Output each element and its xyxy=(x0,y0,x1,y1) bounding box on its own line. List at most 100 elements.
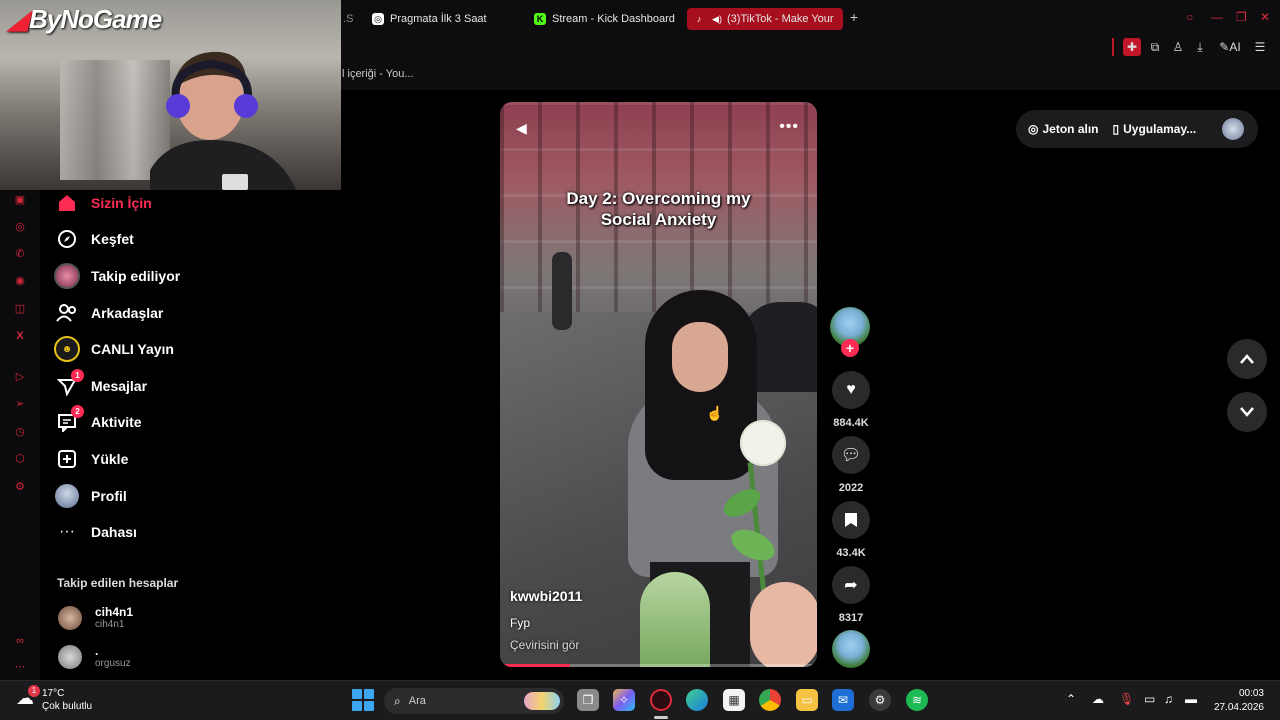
nav-label: Takip ediliyor xyxy=(91,268,181,284)
search-tabs-icon[interactable]: ○ xyxy=(1186,10,1193,24)
following-account[interactable]: . orgusuz xyxy=(58,645,131,670)
nav-explore[interactable]: Keşfet xyxy=(54,225,134,253)
tray-expand-icon[interactable]: ⌃ xyxy=(1066,692,1076,706)
chatgpt-icon: ◎ xyxy=(372,13,384,25)
weather-description[interactable]: Çok bulutlu xyxy=(42,701,92,712)
tab-kick[interactable]: K Stream - Kick Dashboard xyxy=(534,8,684,30)
onedrive-icon[interactable]: ☁ xyxy=(1092,692,1104,706)
task-view-icon[interactable]: ❐ xyxy=(577,689,599,711)
next-video-button[interactable] xyxy=(1227,392,1267,432)
search-placeholder: Ara xyxy=(408,695,426,707)
ai-button[interactable]: ✎AI xyxy=(1216,38,1244,56)
tab-tiktok[interactable]: ♪ ◀) (3)TikTok - Make Your xyxy=(687,8,843,30)
clock-time[interactable]: 00:03 xyxy=(1234,688,1264,699)
maximize-icon[interactable]: ❐ xyxy=(1236,10,1247,24)
user-avatar[interactable] xyxy=(1222,118,1244,140)
rail-x-icon[interactable]: X xyxy=(12,328,28,344)
video-author[interactable]: kwwbi2011 xyxy=(510,588,582,604)
next-video-avatar[interactable] xyxy=(832,630,870,668)
weather-temperature[interactable]: 17°C xyxy=(42,688,64,699)
new-tab-button[interactable]: + xyxy=(846,9,862,25)
rail-extra-icon[interactable]: ∞ xyxy=(12,633,28,649)
menu-icon[interactable]: ☰ xyxy=(1251,38,1269,56)
rail-settings-icon[interactable]: ⚙ xyxy=(12,479,28,495)
rail-history-icon[interactable]: ◷ xyxy=(12,424,28,440)
save-action[interactable]: 43.4K xyxy=(832,501,870,559)
spotify-icon[interactable]: ≋ xyxy=(906,689,928,711)
home-icon xyxy=(54,190,80,216)
taskbar-search[interactable]: ⌕ Ara xyxy=(384,688,564,714)
share-action[interactable]: ➦ 8317 xyxy=(832,566,870,624)
tab-pragmata[interactable]: ◎ Pragmatа İlk 3 Saat xyxy=(372,8,522,30)
chrome-icon[interactable] xyxy=(759,689,781,711)
nav-activity[interactable]: 2 Aktivite xyxy=(54,405,142,436)
get-coins-button[interactable]: ◎ Jeton alın xyxy=(1028,122,1099,136)
bookmark-icon[interactable] xyxy=(832,501,870,539)
heart-icon[interactable]: ♥ xyxy=(832,371,870,409)
following-accounts-title: Takip edilen hesaplar xyxy=(57,576,179,590)
comment-icon[interactable]: 💬︎ xyxy=(832,436,870,474)
minimize-icon[interactable]: — xyxy=(1211,10,1223,24)
nav-following[interactable]: Takip ediliyor xyxy=(54,262,180,290)
rail-more-icon[interactable]: ⋯ xyxy=(12,659,28,675)
get-app-button[interactable]: ▯ Uygulamay... xyxy=(1113,122,1197,136)
previous-video-button[interactable] xyxy=(1227,339,1267,379)
mail-icon[interactable]: ✉ xyxy=(832,689,854,711)
file-explorer-icon[interactable]: ▭ xyxy=(796,689,818,711)
steam-icon[interactable]: ⚙ xyxy=(869,689,891,711)
opera-icon[interactable] xyxy=(650,689,672,711)
following-account[interactable]: cih4n1 cih4n1 xyxy=(58,606,133,631)
tab-label: Stream - Kick Dashboard xyxy=(552,13,675,25)
rail-messenger-icon[interactable]: ◎ xyxy=(12,219,28,235)
nav-label: Arkadaşlar xyxy=(91,305,164,321)
nav-live[interactable]: ☻ CANLI Yayın xyxy=(54,335,174,363)
more-options-icon[interactable]: ••• xyxy=(779,118,799,136)
edge-icon[interactable] xyxy=(686,689,708,711)
video-caption: Fyp xyxy=(510,616,531,630)
video-progress-bar[interactable] xyxy=(500,664,817,667)
clock-date[interactable]: 27.04.2026 xyxy=(1208,702,1264,713)
video-player[interactable]: Day 2: Overcoming my Social Anxiety ◀ ••… xyxy=(500,102,817,667)
top-actions-pill: ◎ Jeton alın ▯ Uygulamay... xyxy=(1016,110,1258,148)
rail-discord-icon[interactable]: ◉ xyxy=(12,273,28,289)
see-translation-link[interactable]: Çevirisini gör xyxy=(510,638,579,652)
video-title-line: Social Anxiety xyxy=(600,210,717,229)
mute-icon[interactable]: ◀ xyxy=(516,120,527,137)
nav-profile[interactable]: Profil xyxy=(54,482,127,510)
profile-icon xyxy=(54,483,80,509)
nav-upload[interactable]: Yükle xyxy=(54,445,128,473)
video-pedestrian xyxy=(552,252,572,330)
nav-for-you[interactable]: Sizin İçin xyxy=(54,189,152,217)
like-count: 884.4K xyxy=(833,417,869,429)
nav-label: Sizin İçin xyxy=(91,195,152,211)
comment-action[interactable]: 💬︎ 2022 xyxy=(832,436,870,494)
rail-instagram-icon[interactable]: ◫ xyxy=(12,301,28,317)
display-icon[interactable]: ▭ xyxy=(1144,692,1155,706)
rail-play-icon[interactable]: ▷ xyxy=(12,369,28,385)
rail-cube-icon[interactable]: ⬡ xyxy=(12,451,28,467)
download-icon[interactable]: ⤓ xyxy=(1191,38,1209,56)
upload-icon xyxy=(54,446,80,472)
battery-icon[interactable]: ▬ xyxy=(1185,692,1197,706)
store-icon[interactable]: ▦ xyxy=(723,689,745,711)
nav-messages[interactable]: 1 Mesajlar xyxy=(54,369,147,400)
rail-tiktok-icon[interactable]: ▣ xyxy=(12,192,28,208)
puzzle-icon[interactable]: ⧉ xyxy=(1146,38,1164,56)
follow-plus-icon[interactable]: + xyxy=(841,339,859,357)
speaker-icon[interactable]: ◀) xyxy=(711,13,723,25)
like-action[interactable]: ♥ 884.4K xyxy=(832,371,870,429)
volume-icon[interactable]: ♫ xyxy=(1164,692,1173,706)
tab-partial[interactable]: . S xyxy=(343,8,353,30)
rail-send-icon[interactable]: ➢ xyxy=(12,396,28,412)
account-icon[interactable]: ♙ xyxy=(1169,38,1187,56)
share-icon[interactable]: ➦ xyxy=(832,566,870,604)
rail-whatsapp-icon[interactable]: ✆ xyxy=(12,246,28,262)
start-button[interactable] xyxy=(352,689,374,711)
microphone-icon[interactable]: 🎙︎ xyxy=(1119,692,1134,706)
copilot-icon[interactable]: ✧ xyxy=(613,689,635,711)
extension-icon[interactable]: ✚ xyxy=(1123,38,1141,56)
nav-more[interactable]: ··· Dahası xyxy=(54,518,137,546)
nav-friends[interactable]: Arkadaşlar xyxy=(54,299,163,327)
bookmark-item[interactable]: l içeriği - You... xyxy=(342,68,414,80)
close-icon[interactable]: ✕ xyxy=(1260,10,1270,24)
